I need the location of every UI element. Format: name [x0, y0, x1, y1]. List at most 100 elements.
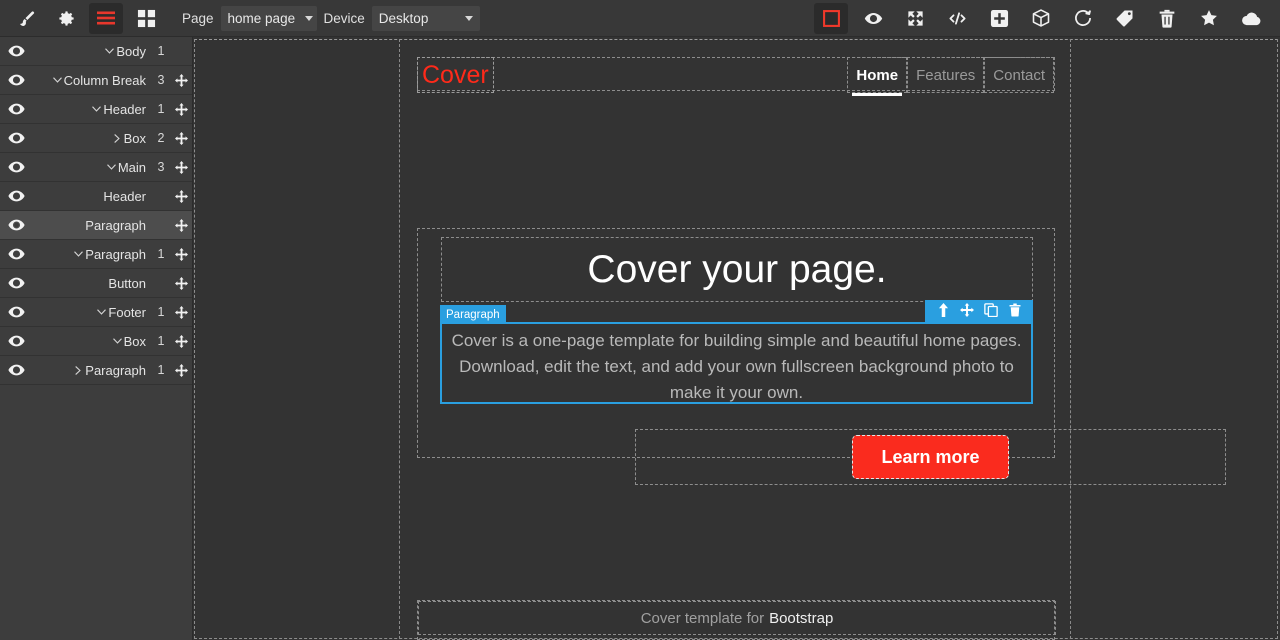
code-icon-button[interactable]	[940, 3, 974, 34]
tree-item-label: Body	[116, 44, 146, 59]
nav-item-home[interactable]: Home	[847, 57, 907, 93]
brand-box[interactable]: Cover	[417, 57, 494, 93]
tree-label-group: Footer	[33, 305, 150, 320]
brush-icon	[17, 9, 36, 28]
tree-row-header-2[interactable]: Header1	[0, 95, 192, 124]
tree-item-count: 1	[150, 247, 172, 261]
select-parent-icon-button[interactable]	[931, 300, 955, 324]
cube-icon	[1031, 8, 1051, 28]
footer-box[interactable]: Cover template for Bootstrap	[418, 601, 1056, 635]
brand-text: Cover	[422, 63, 489, 88]
eye-icon-button[interactable]	[856, 3, 890, 34]
device-select[interactable]: Desktop	[372, 6, 480, 31]
tag-icon-button[interactable]	[1108, 3, 1142, 34]
move-icon[interactable]	[172, 277, 192, 290]
move-icon-button[interactable]	[955, 300, 979, 324]
selected-paragraph-block[interactable]: Paragraph	[440, 322, 1033, 404]
move-icon[interactable]	[172, 161, 192, 174]
copy-icon-button[interactable]	[979, 300, 1003, 324]
tree-row-main-4[interactable]: Main3	[0, 153, 192, 182]
eye-icon[interactable]	[0, 364, 33, 376]
chevron-down-icon[interactable]	[95, 309, 108, 316]
chevron-down-icon[interactable]	[103, 48, 116, 55]
page-canvas[interactable]: Cover Home Features Contact Cover your pag…	[194, 37, 1280, 640]
fullscreen-icon-button[interactable]	[898, 3, 932, 34]
learn-more-button[interactable]: Learn more	[852, 435, 1008, 479]
layer-tree-sidebar[interactable]: Body1Column Break3Header1Box2Main3Header…	[0, 37, 193, 640]
cube-icon-button[interactable]	[1024, 3, 1058, 34]
eye-icon[interactable]	[0, 219, 33, 231]
chevron-right-icon[interactable]	[111, 134, 124, 143]
nav-item-label: Features	[916, 67, 975, 84]
gear-icon-button[interactable]	[49, 3, 83, 34]
eye-icon[interactable]	[0, 248, 33, 260]
chevron-down-icon[interactable]	[105, 164, 118, 171]
chevron-right-icon[interactable]	[72, 366, 85, 375]
move-icon[interactable]	[172, 190, 192, 203]
tree-row-button-8[interactable]: Button	[0, 269, 192, 298]
tree-row-box-10[interactable]: Box1	[0, 327, 192, 356]
heading-outline[interactable]: Cover your page.	[441, 237, 1033, 302]
cloud-icon	[1241, 9, 1262, 28]
footer-text: Cover template for	[641, 610, 764, 627]
trash-icon	[1158, 9, 1176, 28]
hamburger-icon-button[interactable]	[89, 3, 123, 34]
tree-item-label: Paragraph	[85, 363, 146, 378]
chevron-down-icon[interactable]	[111, 338, 124, 345]
tree-row-paragraph-11[interactable]: Paragraph1	[0, 356, 192, 385]
plus-square-icon-button[interactable]	[982, 3, 1016, 34]
tree-row-paragraph-7[interactable]: Paragraph1	[0, 240, 192, 269]
tree-row-footer-9[interactable]: Footer1	[0, 298, 192, 327]
blocks-icon-button[interactable]	[129, 3, 163, 34]
tree-row-paragraph-6[interactable]: Paragraph	[0, 211, 192, 240]
move-icon[interactable]	[172, 74, 192, 87]
tree-item-count: 1	[150, 102, 172, 116]
eye-icon[interactable]	[0, 132, 33, 144]
move-icon[interactable]	[172, 132, 192, 145]
star-icon-button[interactable]	[1192, 3, 1226, 34]
delete-icon-button[interactable]	[1003, 300, 1027, 324]
borders-icon-button[interactable]	[814, 3, 848, 34]
selection-badge[interactable]: Paragraph	[440, 305, 506, 324]
chevron-down-icon[interactable]	[51, 77, 64, 84]
eye-icon[interactable]	[0, 335, 33, 347]
tree-item-count: 1	[150, 305, 172, 319]
eye-icon[interactable]	[0, 45, 33, 57]
device-select-value: Desktop	[379, 11, 429, 26]
tree-row-body-0[interactable]: Body1	[0, 37, 192, 66]
eye-icon[interactable]	[0, 306, 33, 318]
move-icon[interactable]	[172, 103, 192, 116]
tree-label-group: Column Break	[33, 73, 150, 88]
tree-item-count: 3	[150, 73, 172, 87]
eye-icon[interactable]	[0, 277, 33, 289]
tree-row-header-5[interactable]: Header	[0, 182, 192, 211]
nav-item-features[interactable]: Features	[907, 57, 984, 93]
borders-icon	[822, 9, 841, 28]
site-header[interactable]: Cover Home Features Contact	[417, 57, 1055, 91]
move-icon[interactable]	[172, 335, 192, 348]
eye-icon[interactable]	[0, 161, 33, 173]
move-icon[interactable]	[172, 248, 192, 261]
trash-icon-button[interactable]	[1150, 3, 1184, 34]
move-icon[interactable]	[172, 306, 192, 319]
tree-label-group: Main	[33, 160, 150, 175]
tree-item-label: Main	[118, 160, 146, 175]
eye-icon[interactable]	[0, 74, 33, 86]
brush-icon-button[interactable]	[9, 3, 43, 34]
eye-icon[interactable]	[0, 190, 33, 202]
chevron-down-icon[interactable]	[90, 106, 103, 113]
undo-icon-button[interactable]	[1066, 3, 1100, 34]
move-icon[interactable]	[172, 364, 192, 377]
plus-square-icon	[990, 9, 1009, 28]
tree-row-column-break-1[interactable]: Column Break3	[0, 66, 192, 95]
move-icon[interactable]	[172, 219, 192, 232]
chevron-down-icon[interactable]	[72, 251, 85, 258]
eye-icon[interactable]	[0, 103, 33, 115]
cloud-icon-button[interactable]	[1234, 3, 1268, 34]
nav-item-contact[interactable]: Contact	[984, 57, 1054, 93]
button-row-outline[interactable]: Learn more	[635, 429, 1226, 485]
footer-outline[interactable]: Cover template for Bootstrap	[417, 600, 1055, 640]
tree-row-box-3[interactable]: Box2	[0, 124, 192, 153]
tree-label-group: Header	[33, 102, 150, 117]
page-select[interactable]: home page	[221, 6, 317, 31]
